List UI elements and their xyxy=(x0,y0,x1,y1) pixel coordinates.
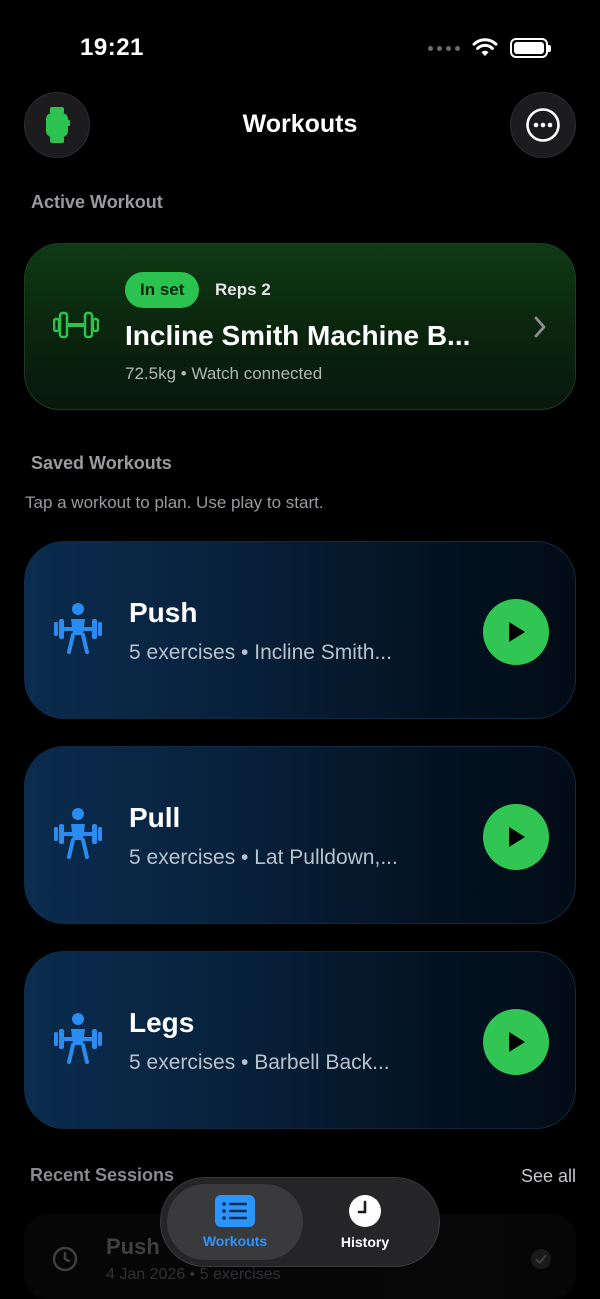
active-workout-header: Active Workout xyxy=(31,192,163,212)
more-options-button[interactable] xyxy=(510,92,576,158)
tab-label: Workouts xyxy=(202,1233,268,1249)
weightlifting-icon xyxy=(54,603,102,654)
workout-title: Push xyxy=(129,597,198,628)
tab-bar: Workouts History xyxy=(160,1177,440,1267)
status-bar: 19:21 xyxy=(0,0,600,90)
play-icon xyxy=(509,1032,525,1052)
tab-label: History xyxy=(340,1234,390,1250)
active-exercise-details: 72.5kg • Watch connected xyxy=(125,364,323,383)
ellipsis-circle-icon xyxy=(526,108,560,142)
workout-subtitle: 5 exercises • Lat Pulldown,... xyxy=(129,846,398,869)
status-badge: In set xyxy=(125,272,200,308)
saved-workouts-header: Saved Workouts xyxy=(31,453,172,473)
workout-card-pull[interactable]: Pull 5 exercises • Lat Pulldown,... xyxy=(24,746,576,924)
cellular-signal-icon xyxy=(428,45,460,51)
status-icons xyxy=(428,38,551,58)
weightlifting-icon xyxy=(54,1013,102,1064)
battery-icon xyxy=(510,38,551,58)
clock-icon xyxy=(349,1195,381,1227)
workout-card-legs[interactable]: Legs 5 exercises • Barbell Back... xyxy=(24,951,576,1129)
workout-subtitle: 5 exercises • Incline Smith... xyxy=(129,641,392,664)
play-button-pull[interactable] xyxy=(483,804,549,870)
tab-history[interactable]: History xyxy=(297,1184,433,1260)
nav-bar: Workouts xyxy=(0,92,600,160)
workout-subtitle: 5 exercises • Barbell Back... xyxy=(129,1051,390,1074)
tab-workouts[interactable]: Workouts xyxy=(167,1184,303,1260)
recent-sessions-header: Recent Sessions xyxy=(30,1165,175,1185)
status-time: 19:21 xyxy=(80,34,144,61)
see-all-link[interactable]: See all xyxy=(521,1166,576,1187)
list-icon xyxy=(215,1195,255,1227)
chevron-right-icon xyxy=(534,316,546,338)
weightlifting-icon xyxy=(54,808,102,859)
play-button-push[interactable] xyxy=(483,599,549,665)
active-workout-card[interactable]: In set Reps 2 Incline Smith Machine B...… xyxy=(24,243,576,410)
play-icon xyxy=(509,827,525,847)
wifi-icon xyxy=(472,38,498,56)
active-exercise-title: Incline Smith Machine B... xyxy=(125,320,471,351)
dumbbell-icon xyxy=(53,311,99,339)
play-button-legs[interactable] xyxy=(483,1009,549,1075)
play-icon xyxy=(509,622,525,642)
reps-label: Reps 2 xyxy=(215,280,271,299)
workout-title: Legs xyxy=(129,1007,195,1038)
checkmark-circle-icon xyxy=(531,1249,551,1269)
workout-title: Pull xyxy=(129,802,181,833)
session-subtitle: 4 Jan 2026 • 5 exercises xyxy=(106,1266,281,1283)
session-title: Push xyxy=(106,1234,160,1259)
workout-card-push[interactable]: Push 5 exercises • Incline Smith... xyxy=(24,541,576,719)
saved-workouts-hint: Tap a workout to plan. Use play to start… xyxy=(25,493,324,512)
clock-icon xyxy=(52,1246,78,1272)
